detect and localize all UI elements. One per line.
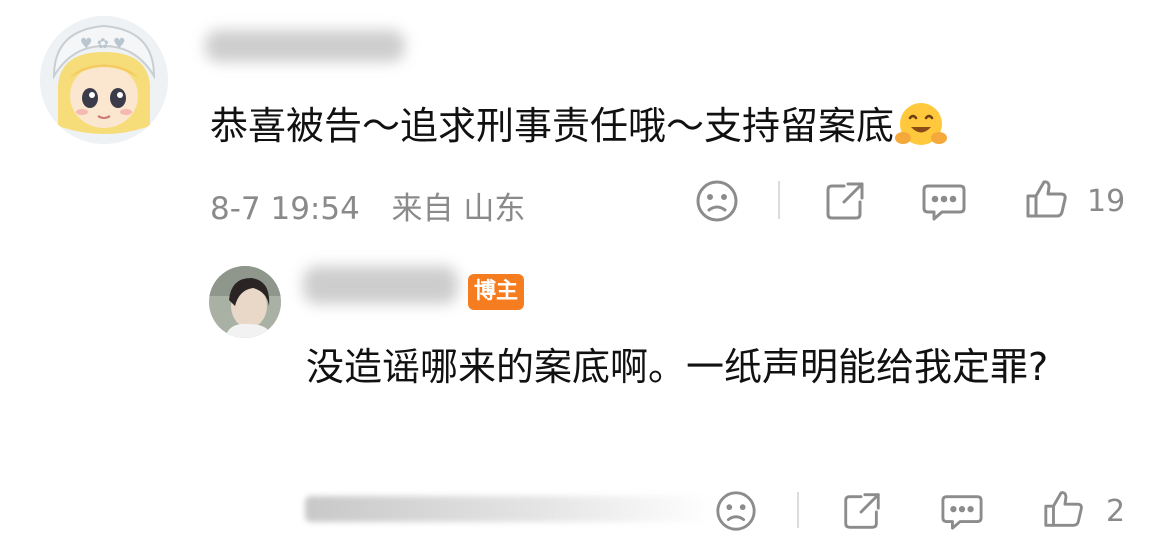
blogger-name-redacted[interactable] xyxy=(303,266,458,304)
dislike-icon[interactable] xyxy=(694,178,740,224)
comment-icon[interactable] xyxy=(939,491,985,533)
like-count: 2 xyxy=(1106,494,1126,529)
comment-icon[interactable] xyxy=(920,180,968,224)
action-divider xyxy=(797,492,799,528)
like-icon[interactable] xyxy=(1042,487,1086,531)
comment-location: 来自 山东 xyxy=(391,191,526,227)
commenter-name-redacted[interactable] xyxy=(205,30,405,62)
commenter-avatar[interactable]: ♥ ✿ ♥ xyxy=(40,16,168,144)
comment-text: 恭喜被告～追求刑事责任哦～支持留案底 xyxy=(210,100,948,157)
share-icon[interactable] xyxy=(840,489,884,533)
blogger-badge: 博主 xyxy=(468,274,524,310)
reply-text: 没造谣哪来的案底啊。一纸声明能给我定罪? xyxy=(306,345,1049,389)
comment-body: 恭喜被告～追求刑事责任哦～支持留案底 xyxy=(210,104,895,148)
hugging-face-emoji-icon xyxy=(894,100,948,157)
svg-text:♥ ✿ ♥: ♥ ✿ ♥ xyxy=(80,36,126,52)
action-divider xyxy=(778,181,780,219)
comment-meta: 8-7 19:54 来自 山东 xyxy=(210,183,525,228)
comment-date: 8-7 19:54 xyxy=(210,191,360,227)
like-count: 19 xyxy=(1087,184,1126,219)
blogger-avatar[interactable] xyxy=(209,266,281,338)
reply-meta-redacted xyxy=(305,496,715,522)
share-icon[interactable] xyxy=(822,178,868,224)
like-icon[interactable] xyxy=(1024,176,1070,222)
dislike-icon[interactable] xyxy=(714,489,758,533)
